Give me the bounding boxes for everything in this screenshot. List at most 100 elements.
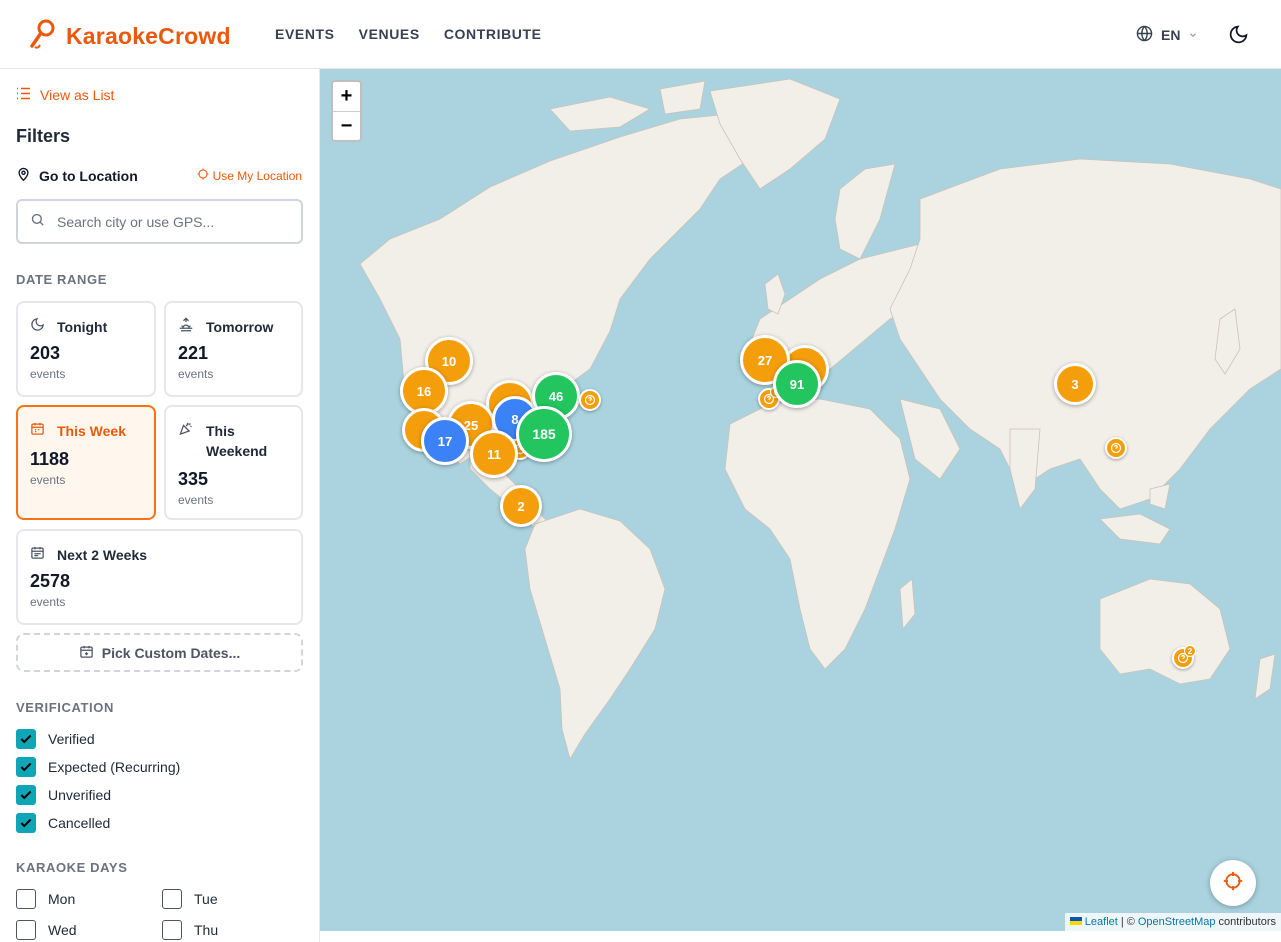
checkbox-label: Wed — [48, 922, 77, 938]
nav-contribute[interactable]: CONTRIBUTE — [444, 26, 542, 42]
chevron-down-icon — [1188, 27, 1198, 43]
cluster-marker[interactable]: 17 — [421, 417, 469, 465]
attribution-suffix: contributors — [1218, 916, 1276, 928]
cluster-marker[interactable]: 185 — [516, 406, 572, 462]
language-selector[interactable]: EN — [1136, 25, 1198, 45]
verification-unverified[interactable]: Unverified — [16, 785, 111, 805]
world-map[interactable]: + − 10 16 25 17 8 46 2 185 11 2 27 5 91 … — [320, 69, 1281, 931]
date-card-unit: events — [30, 595, 66, 609]
locate-me-button[interactable] — [1210, 860, 1256, 906]
nav-events[interactable]: EVENTS — [275, 26, 335, 42]
view-as-list-link[interactable]: View as List — [16, 87, 114, 103]
filter-sidebar: View as List Filters Go to Location Use … — [0, 69, 320, 942]
date-card-tomorrow[interactable]: Tomorrow 221 events — [164, 301, 303, 397]
moon-icon — [30, 317, 45, 337]
sunrise-icon — [178, 317, 194, 337]
checkbox[interactable] — [16, 813, 36, 833]
date-card-label: Next 2 Weeks — [57, 547, 148, 563]
cluster-marker[interactable]: 11 — [470, 430, 518, 478]
pick-custom-dates-label: Pick Custom Dates... — [101, 644, 241, 661]
day-thu[interactable]: Thu — [162, 920, 218, 940]
date-card-count: 203 — [30, 343, 61, 363]
verification-expected[interactable]: Expected (Recurring) — [16, 757, 180, 777]
calendar-plus-icon — [79, 644, 94, 662]
nav-venues[interactable]: VENUES — [359, 26, 420, 42]
date-card-this-weekend[interactable]: This Weekend 335 events — [164, 405, 303, 520]
venue-marker[interactable] — [1105, 437, 1127, 459]
cluster-marker[interactable]: 91 — [773, 360, 821, 408]
use-my-location-button[interactable]: Use My Location — [197, 168, 302, 183]
brand-name: KaraokeCrowd — [66, 23, 231, 49]
language-code: EN — [1161, 27, 1181, 43]
crosshair-icon — [1223, 871, 1243, 896]
top-header: KaraokeCrowd EVENTS VENUES CONTRIBUTE EN — [0, 0, 1281, 69]
page-bottom-edge — [320, 931, 1281, 942]
checkbox-label: Unverified — [48, 787, 112, 803]
search-icon — [30, 212, 45, 232]
date-card-this-week[interactable]: This Week 1188 events — [16, 405, 156, 520]
day-tue[interactable]: Tue — [162, 889, 218, 909]
map-attribution: Leaflet | © OpenStreetMap contributors — [1064, 913, 1281, 931]
zoom-in-button[interactable]: + — [333, 82, 360, 111]
leaflet-link[interactable]: Leaflet — [1085, 916, 1118, 928]
date-card-label: Tomorrow — [206, 319, 274, 335]
globe-icon — [1136, 25, 1153, 45]
verification-verified[interactable]: Verified — [16, 729, 95, 749]
theme-toggle-button[interactable] — [1228, 24, 1249, 50]
checkbox-label: Thu — [194, 922, 219, 938]
cluster-marker[interactable]: 3 — [1054, 363, 1096, 405]
checkbox-label: Verified — [48, 731, 95, 747]
main-nav: EVENTS VENUES CONTRIBUTE — [275, 26, 542, 42]
crosshair-icon — [197, 168, 209, 183]
date-card-unit: events — [178, 367, 214, 381]
cluster-marker[interactable]: 2 — [500, 485, 542, 527]
calendar-icon — [30, 421, 45, 441]
openstreetmap-link[interactable]: OpenStreetMap — [1138, 916, 1216, 928]
brand-logo[interactable]: KaraokeCrowd — [28, 18, 231, 55]
date-card-tonight[interactable]: Tonight 203 events — [16, 301, 156, 397]
attribution-separator: | © — [1120, 916, 1135, 928]
date-card-unit: events — [30, 473, 66, 487]
zoom-out-button[interactable]: − — [333, 111, 360, 140]
date-card-count: 2578 — [30, 571, 71, 591]
checkbox-label: Tue — [194, 891, 218, 907]
list-icon — [16, 87, 31, 103]
calendar-range-icon — [30, 545, 45, 565]
checkbox[interactable] — [16, 729, 36, 749]
checkbox[interactable] — [16, 920, 36, 940]
checkbox[interactable] — [162, 920, 182, 940]
venue-marker[interactable] — [579, 389, 601, 411]
date-card-count: 335 — [178, 469, 209, 489]
day-mon[interactable]: Mon — [16, 889, 75, 909]
date-card-count: 221 — [178, 343, 209, 363]
date-range-heading: DATE RANGE — [16, 272, 107, 287]
checkbox[interactable] — [16, 889, 36, 909]
date-card-label: Tonight — [57, 319, 108, 335]
verification-heading: VERIFICATION — [16, 700, 114, 715]
checkbox[interactable] — [162, 889, 182, 909]
moon-icon — [1228, 25, 1249, 49]
go-to-location-label: Go to Location — [39, 167, 138, 184]
use-my-location-label: Use My Location — [212, 168, 302, 183]
microphone-icon — [28, 18, 56, 55]
date-card-label: This Weekend — [206, 423, 268, 459]
map-land-layer — [359, 78, 1281, 761]
day-wed[interactable]: Wed — [16, 920, 77, 940]
checkbox[interactable] — [16, 785, 36, 805]
filters-heading: Filters — [16, 126, 71, 146]
date-card-unit: events — [178, 493, 214, 507]
checkbox-label: Cancelled — [48, 815, 111, 831]
pick-custom-dates-button[interactable]: Pick Custom Dates... — [16, 633, 303, 672]
location-search-input[interactable] — [57, 213, 277, 230]
checkbox[interactable] — [16, 757, 36, 777]
verification-cancelled[interactable]: Cancelled — [16, 813, 110, 833]
date-card-label: This Week — [57, 423, 126, 439]
go-to-location-heading: Go to Location — [16, 166, 138, 185]
zoom-controls: + − — [331, 80, 362, 142]
date-card-count: 1188 — [30, 449, 70, 469]
location-search-box — [16, 199, 303, 244]
checkbox-label: Expected (Recurring) — [48, 759, 181, 775]
map-pin-icon — [16, 166, 31, 185]
party-icon — [178, 421, 194, 441]
date-card-next-2-weeks[interactable]: Next 2 Weeks 2578 events — [16, 529, 303, 625]
